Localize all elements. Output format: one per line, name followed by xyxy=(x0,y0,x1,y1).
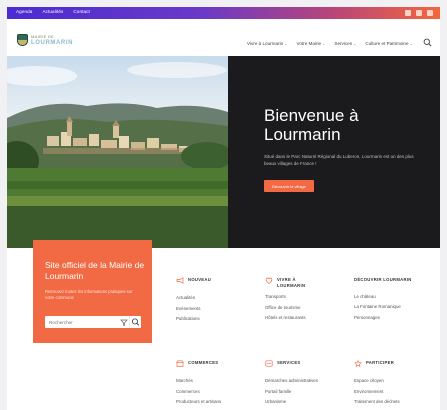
instagram-icon[interactable] xyxy=(416,10,422,16)
category-link[interactable]: Commerces xyxy=(176,389,262,394)
logo-line-2: LOURMARIN xyxy=(31,40,74,46)
category-link[interactable]: Portail famille xyxy=(265,389,351,394)
page-frame: Agenda Actualités Contact MAIRIE DE LOUR… xyxy=(7,7,440,410)
category-link[interactable]: Office de tourisme xyxy=(265,305,351,310)
category-title: DÉCOUVRIR LOURMARIN xyxy=(354,277,412,282)
participate-icon xyxy=(354,360,362,367)
nav-item-culture[interactable]: Culture et Patrimoine ⌄ xyxy=(365,41,413,46)
top-utility-bar: Agenda Actualités Contact xyxy=(7,7,440,19)
category-link[interactable]: Urbanisme xyxy=(265,399,351,404)
search-icon[interactable] xyxy=(423,38,432,47)
search-icon[interactable] xyxy=(129,316,141,328)
chevron-down-icon: ⌄ xyxy=(409,41,413,46)
filter-icon[interactable] xyxy=(119,316,129,328)
card-title: Site officiel de la Mairie de Lourmarin xyxy=(45,260,145,281)
hero-description: Situé dans le Parc Naturel Régional du L… xyxy=(264,154,414,166)
category-decouvrir: DÉCOUVRIR LOURMARIN Le château La Fontai… xyxy=(354,277,440,320)
megaphone-icon xyxy=(176,277,184,284)
category-link[interactable]: Personnages xyxy=(354,315,440,320)
youtube-icon[interactable] xyxy=(427,10,433,16)
village-illustration xyxy=(7,56,228,248)
category-link[interactable]: Environnement xyxy=(354,389,440,394)
official-site-card: Site officiel de la Mairie de Lourmarin … xyxy=(33,240,152,343)
nav-item-services[interactable]: Services ⌄ xyxy=(334,41,356,46)
utility-link-agenda[interactable]: Agenda xyxy=(16,9,32,14)
category-link[interactable]: Publications xyxy=(176,316,262,321)
category-vivre: VIVRE À LOURMARIN Transports Office de t… xyxy=(265,277,351,320)
hero-title: Bienvenue à Lourmarin xyxy=(264,106,359,144)
category-title: VIVRE À LOURMARIN xyxy=(277,277,306,288)
category-title: SERVICES xyxy=(277,360,301,365)
category-nouveau: NOUVEAU Actualités Evènements Publicatio… xyxy=(176,277,262,321)
category-title: COMMERCES xyxy=(188,360,219,365)
shop-icon xyxy=(176,360,184,367)
category-link[interactable]: La Fontaine Romanique xyxy=(354,304,440,309)
chevron-down-icon: ⌄ xyxy=(322,41,326,46)
category-commerces: COMMERCES Marchés Commerces Producteurs … xyxy=(176,360,262,404)
main-nav: Vivre à Lourmarin ⌄ Votre Mairie ⌄ Servi… xyxy=(247,41,413,46)
nav-item-vivre[interactable]: Vivre à Lourmarin ⌄ xyxy=(247,41,288,46)
heart-pin-icon xyxy=(265,277,273,284)
category-link[interactable]: Démarches administratives xyxy=(265,378,351,383)
facebook-icon[interactable] xyxy=(405,10,411,16)
category-services: SERVICES Démarches administratives Porta… xyxy=(265,360,351,404)
category-link[interactable]: Traitement des déchets xyxy=(354,399,440,404)
services-icon xyxy=(265,360,273,367)
category-link[interactable]: Evènements xyxy=(176,306,262,311)
category-link[interactable]: Marchés xyxy=(176,378,262,383)
social-icons xyxy=(405,10,433,16)
category-link[interactable]: Producteurs et artisans xyxy=(176,399,262,404)
category-link[interactable]: Hôtels et restaurants xyxy=(265,315,351,320)
utility-link-contact[interactable]: Contact xyxy=(73,9,90,14)
coat-of-arms-icon xyxy=(17,34,28,46)
category-title: NOUVEAU xyxy=(188,277,212,282)
category-link[interactable]: Actualités xyxy=(176,295,262,300)
card-description: Retrouvez toutes les informations pratiq… xyxy=(45,289,133,300)
search-input[interactable] xyxy=(45,316,119,328)
category-participer: PARTICIPER Espace citoyen Environnement … xyxy=(354,360,440,404)
hero-section: Bienvenue à Lourmarin Situé dans le Parc… xyxy=(7,56,440,248)
category-link[interactable]: Espace citoyen xyxy=(354,378,440,383)
village-photo xyxy=(7,56,228,248)
chevron-down-icon: ⌄ xyxy=(284,41,288,46)
category-link[interactable]: Le château xyxy=(354,294,440,299)
discover-village-button[interactable]: Découvrir le village xyxy=(264,180,314,192)
category-link[interactable]: Transports xyxy=(265,294,351,299)
chevron-down-icon: ⌄ xyxy=(353,41,357,46)
utility-link-actualites[interactable]: Actualités xyxy=(42,9,63,14)
site-logo[interactable]: MAIRIE DE LOURMARIN xyxy=(17,34,73,46)
card-search-box xyxy=(45,316,141,328)
category-title: PARTICIPER xyxy=(366,360,395,365)
utility-links: Agenda Actualités Contact xyxy=(16,9,90,14)
hero-text-panel: Bienvenue à Lourmarin Situé dans le Parc… xyxy=(228,56,440,248)
nav-item-mairie[interactable]: Votre Mairie ⌄ xyxy=(297,41,326,46)
logo-line-1: MAIRIE DE xyxy=(31,34,55,39)
